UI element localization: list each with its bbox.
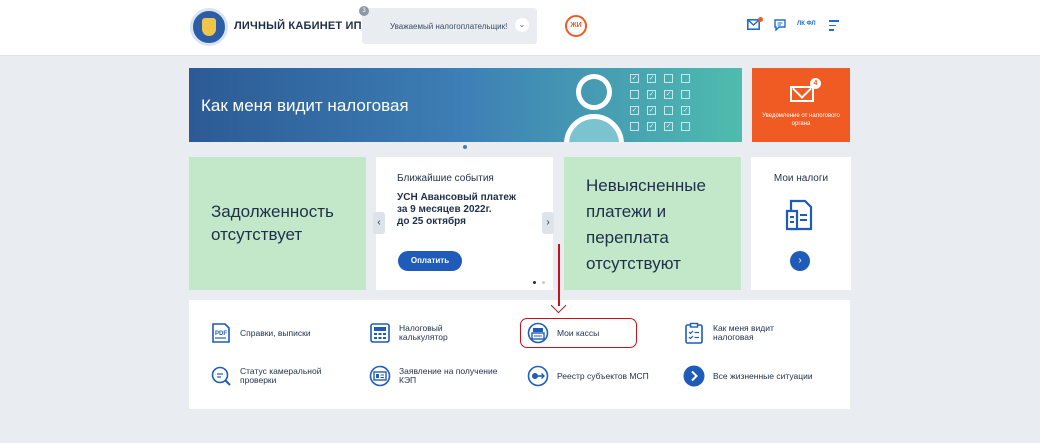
service-how-tax-sees-me[interactable]: Как меня видит налоговая [683,322,833,348]
app-title: ЛИЧНЫЙ КАБИНЕТ ИП [234,20,362,32]
my-taxes-card[interactable]: Мои налоги › [751,157,851,290]
carousel-dot-active[interactable] [533,281,536,284]
tax-documents-icon [783,199,817,231]
services-panel: PDF Справки, выписки Налоговый калькулят… [189,300,850,409]
mail-icon[interactable] [747,17,763,33]
pdf-document-icon: PDF [210,322,232,344]
service-label-line2: проверки [240,375,277,385]
service-label-line2: калькулятор [399,332,448,342]
unclear-line4: отсутствуют [586,254,681,273]
lk-fl-link[interactable]: ЛК ФЛ [797,21,816,27]
notification-count: 4 [810,78,821,89]
service-all-life-situations[interactable]: Все жизненные ситуации [683,365,843,391]
service-certificates[interactable]: PDF Справки, выписки [210,322,370,348]
event-line1: УСН Авансовый платеж [397,192,516,203]
unclear-payments-card[interactable]: Невыясненные платежи и переплата отсутст… [564,157,741,290]
service-label-line2: налоговая [713,332,754,342]
event-line3: до 25 октября [397,216,466,227]
my-taxes-heading: Мои налоги [773,173,829,184]
menu-icon[interactable] [829,20,839,34]
service-label: Справки, выписки [240,328,311,338]
event-description: УСН Авансовый платеж за 9 месяцев 2022г.… [397,192,537,228]
service-sme-registry[interactable]: Реестр субъектов МСП [527,365,677,391]
pay-button[interactable]: Оплатить [398,251,462,271]
promo-banner[interactable]: Как меня видит налоговая ✓ ✓ ✓ ✓ ✓ ✓ ✓ ✓ ✓ [189,68,742,142]
event-line2: за 9 месяцев 2022г. [397,204,492,215]
calculator-icon [369,322,391,344]
magnifier-icon [210,365,232,387]
envelope-icon [790,86,814,102]
service-label: Реестр субъектов МСП [557,371,649,381]
clipboard-checklist-icon [683,322,705,344]
carousel-dot[interactable] [542,281,545,284]
person-illustration-icon [564,74,624,142]
service-label: Все жизненные ситуации [713,371,813,381]
taxpayer-select[interactable]: 3 Уважаемый налогоплательщик! ⌄ [359,6,537,44]
debt-line1: Задолженность [211,202,334,221]
arrow-right-circle-icon [683,365,705,387]
svg-text:PDF: PDF [215,331,227,337]
fns-emblem-logo[interactable] [190,8,228,46]
chevron-down-icon[interactable]: ⌄ [515,18,529,32]
unread-dot [758,17,763,22]
top-header: ЛИЧНЫЙ КАБИНЕТ ИП 3 Уважаемый налогоплат… [0,0,1040,56]
unclear-line1: Невыясненные [586,176,706,195]
events-heading: Ближайшие события [397,173,494,184]
taxpayer-select-value: Уважаемый налогоплательщик! [390,22,508,31]
banner-pager-dot[interactable] [463,145,467,149]
service-kep-application[interactable]: Заявление на получение КЭП [369,365,519,391]
debt-line2: отсутствует [211,225,303,244]
chat-icon[interactable] [774,19,786,33]
annotation-highlight-frame [520,318,637,348]
service-tax-calculator[interactable]: Налоговый калькулятор [369,322,519,348]
chevron-right-icon[interactable]: › [542,212,554,234]
taxpayer-badge: 3 [359,6,369,16]
notification-card[interactable]: 4 Уведомление от налогового органа [752,68,850,142]
unclear-line3: переплата [586,228,669,247]
service-desk-audit-status[interactable]: Статус камеральной проверки [210,365,370,391]
banner-title: Как меня видит налоговая [201,96,409,115]
notification-label: Уведомление от налогового органа [762,113,840,127]
service-label-line2: КЭП [399,375,417,385]
digital-signature-card-icon [369,365,391,387]
registry-arrow-icon [527,365,549,387]
checklist-grid-icon: ✓ ✓ ✓ ✓ ✓ ✓ ✓ ✓ ✓ [630,74,690,131]
chevron-left-icon[interactable]: ‹ [373,212,385,234]
unclear-line2: платежи и [586,202,667,221]
my-taxes-arrow-button[interactable]: › [790,251,810,271]
debt-card[interactable]: Задолженность отсутствует [189,157,366,290]
avatar[interactable]: ЖИ [565,15,587,37]
events-card[interactable]: Ближайшие события УСН Авансовый платеж з… [373,157,554,290]
